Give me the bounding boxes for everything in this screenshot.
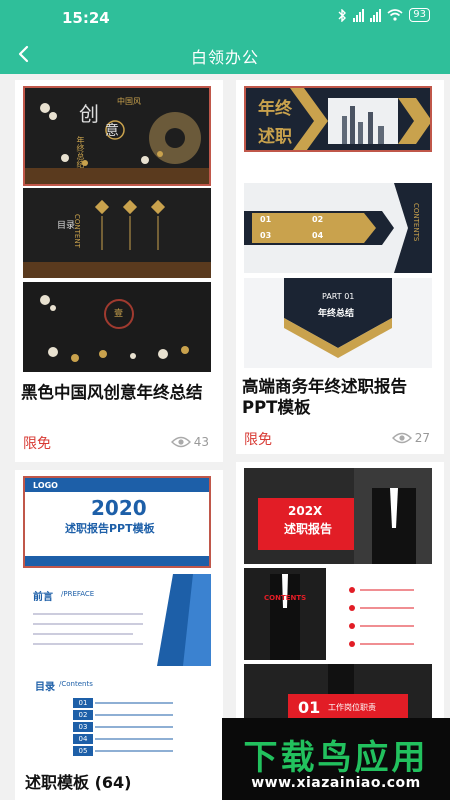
thumbnail-text: 年终总结: [76, 136, 85, 168]
thumbnail-text: CONTENTS: [264, 594, 307, 602]
thumbnail-text: /PREFACE: [61, 590, 95, 598]
thumbnail-text: 创: [79, 102, 99, 126]
view-count: 43: [170, 435, 209, 449]
thumbnail-text: 2020: [91, 496, 147, 520]
bluetooth-icon: [338, 8, 347, 22]
template-thumbnail: PART 01 年终总结: [244, 278, 432, 368]
thumbnail-art: [40, 295, 189, 362]
template-thumbnail: 01 工作岗位职责: [244, 664, 432, 726]
thumbnail-text: 02: [312, 215, 324, 224]
template-thumbnail: 壹: [23, 282, 211, 372]
thumbnail-text: 述职报告: [284, 522, 333, 536]
watermark-logo: 下载鸟应用 www.xiazainiao.com: [222, 718, 450, 800]
thumbnail-text: PART 01: [322, 292, 355, 301]
template-thumbnail: 前言 /PREFACE: [23, 574, 211, 666]
template-card[interactable]: LOGO 2020 述职报告PPT模板 前言 /PREFACE 目录 /Cont…: [15, 470, 223, 800]
thumbnail-text: 03: [260, 231, 272, 240]
template-thumbnail: 创 意 中国风 年终总结: [23, 86, 211, 186]
template-thumbnail: 202X 述职报告: [244, 468, 432, 564]
thumbnail-text: 壹: [114, 309, 124, 319]
page-title: 白领办公: [190, 48, 259, 67]
thumbnail-text: 意: [105, 123, 119, 139]
template-card[interactable]: 年终 述职 01 02 03 04 CONTENTS PART 01 年终总结 …: [236, 80, 444, 454]
thumbnail-text: 01: [298, 698, 321, 717]
wifi-icon: [387, 9, 403, 21]
battery-icon: 93: [409, 8, 430, 22]
watermark-url: www.xiazainiao.com: [251, 775, 421, 791]
thumbnail-art: [258, 468, 432, 564]
status-icons: 93: [338, 8, 430, 22]
thumbnail-text: 202X: [288, 504, 323, 518]
free-badge: 限免: [23, 436, 51, 452]
thumbnail-art: [95, 702, 173, 752]
template-title: 述职模板 (64): [25, 773, 132, 792]
eye-icon: [170, 436, 191, 448]
template-title: 高端商务年终述职报告PPT模板: [242, 377, 407, 417]
eye-icon: [391, 432, 412, 444]
thumbnail-text: 述职报告PPT模板: [65, 522, 155, 535]
signal-icon: [353, 8, 365, 22]
thumbnail-text: 中国风: [117, 97, 141, 106]
template-thumbnail: 年终 述职: [244, 86, 432, 152]
template-title: 黑色中国风创意年终总结: [21, 383, 203, 402]
thumbnail-text: 04: [312, 231, 324, 240]
free-badge: 限免: [244, 432, 272, 448]
status-time: 15:24: [62, 9, 110, 27]
view-count: 27: [391, 431, 430, 445]
thumbnail-text: 工作岗位职责: [328, 703, 376, 712]
status-bar: 15:24 93: [0, 0, 450, 34]
template-thumbnail: 目录 /Contents 01 02 03 04 05: [23, 672, 211, 764]
thumbnail-text: 年终: [258, 99, 292, 119]
thumbnail-art: [244, 568, 414, 660]
template-thumbnail: CONTENTS: [244, 568, 432, 660]
thumbnail-text: 前言: [33, 592, 53, 603]
view-count-value: 27: [414, 431, 430, 445]
thumbnail-text: 01: [260, 215, 272, 224]
thumbnail-text: CONTENTS: [412, 203, 420, 242]
app-bar: 白领办公: [0, 34, 450, 74]
thumbnail-text: 目录: [57, 221, 76, 231]
thumbnail-art: [244, 183, 432, 273]
thumbnail-art: [23, 199, 211, 278]
template-thumbnail: CONTENT 目录: [23, 188, 211, 278]
template-thumbnail: 01 02 03 04 CONTENTS: [244, 183, 432, 273]
template-thumbnail: LOGO 2020 述职报告PPT模板: [23, 476, 211, 568]
view-count-value: 43: [193, 435, 209, 449]
thumbnail-text: 年终总结: [318, 309, 355, 319]
thumbnail-text: 述职: [258, 127, 292, 147]
thumbnail-text: LOGO: [33, 481, 58, 490]
template-card[interactable]: 创 意 中国风 年终总结 CONTENT 目录 壹 黑色中国风创意年终总结 限免: [15, 80, 223, 462]
watermark-title: 下载鸟应用: [243, 738, 429, 778]
thumbnail-art: [288, 664, 408, 726]
signal-icon: [370, 8, 382, 22]
